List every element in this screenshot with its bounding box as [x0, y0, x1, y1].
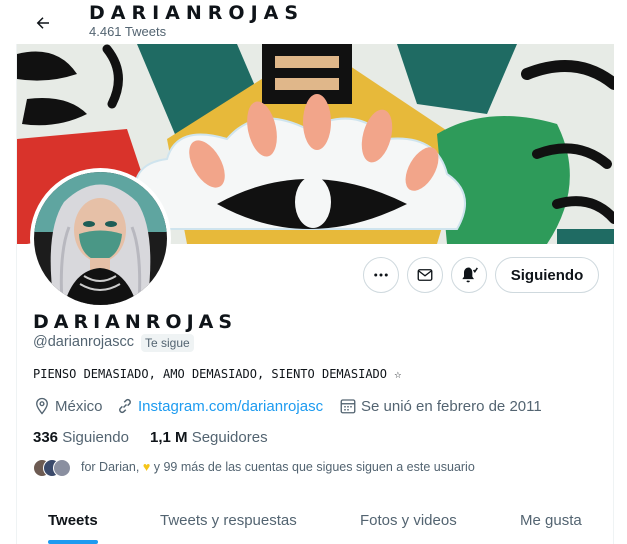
calendar-icon: [340, 399, 356, 414]
tab-tweets-and-replies[interactable]: Tweets y respuestas: [160, 512, 297, 529]
avatar-image: [34, 172, 167, 305]
notifications-button[interactable]: [451, 257, 487, 293]
more-icon: [374, 273, 388, 277]
tab-media[interactable]: Fotos y videos: [360, 512, 457, 529]
more-button[interactable]: [363, 257, 399, 293]
website-link[interactable]: Instagram.com/darianrojasc: [138, 398, 323, 415]
avatar[interactable]: [30, 168, 171, 309]
active-tab-indicator: [48, 540, 98, 544]
followers-count: 1,1 M: [150, 429, 188, 446]
tab-tweets[interactable]: Tweets: [48, 512, 98, 529]
tab-likes[interactable]: Me gusta: [520, 512, 582, 529]
bio: PIENSO DEMASIADO, AMO DEMASIADO, SIENTO …: [33, 367, 402, 381]
location-text: México: [55, 397, 103, 415]
yellow-heart-icon: ♥: [142, 460, 151, 474]
location-pin-icon: [36, 397, 48, 415]
mutual-text-rest: y 99 más de las cuentas que sigues sigue…: [153, 460, 475, 474]
display-name: DARIANROJAS: [33, 311, 238, 333]
join-date: Se unió en febrero de 2011: [339, 397, 542, 415]
mutual-text-names: for Darian,: [81, 460, 140, 474]
user-handle: @darianrojascc: [33, 334, 134, 350]
join-date-text: Se unió en febrero de 2011: [361, 397, 542, 415]
location: México: [33, 397, 103, 415]
bell-icon: [462, 267, 478, 283]
mutual-avatar: [53, 459, 71, 477]
profile-header: DARIANROJAS 4.461 Tweets: [0, 0, 627, 44]
link-icon: [119, 399, 131, 413]
following-label: Siguiendo: [62, 429, 129, 446]
mail-icon: [417, 269, 433, 281]
arrow-left-icon: [36, 17, 49, 29]
header-name: DARIANROJAS: [89, 2, 305, 24]
followers-stat[interactable]: 1,1 M Seguidores: [150, 429, 268, 446]
following-count: 336: [33, 429, 59, 446]
message-button[interactable]: [407, 257, 443, 293]
followers-label: Seguidores: [191, 429, 268, 446]
following-button[interactable]: Siguiendo: [495, 257, 599, 293]
profile-tabs: Tweets Tweets y respuestas Fotos y video…: [17, 497, 614, 544]
back-button[interactable]: [26, 6, 60, 40]
follows-you-badge: Te sigue: [141, 334, 194, 352]
mutual-text: for Darian, ♥ y 99 más de las cuentas qu…: [81, 460, 475, 474]
website[interactable]: Instagram.com/darianrojasc: [116, 397, 323, 415]
header-tweet-count: 4.461 Tweets: [89, 24, 167, 39]
following-stat[interactable]: 336 Siguiendo: [33, 429, 129, 446]
mutual-followers[interactable]: for Darian, ♥ y 99 más de las cuentas qu…: [33, 459, 475, 477]
